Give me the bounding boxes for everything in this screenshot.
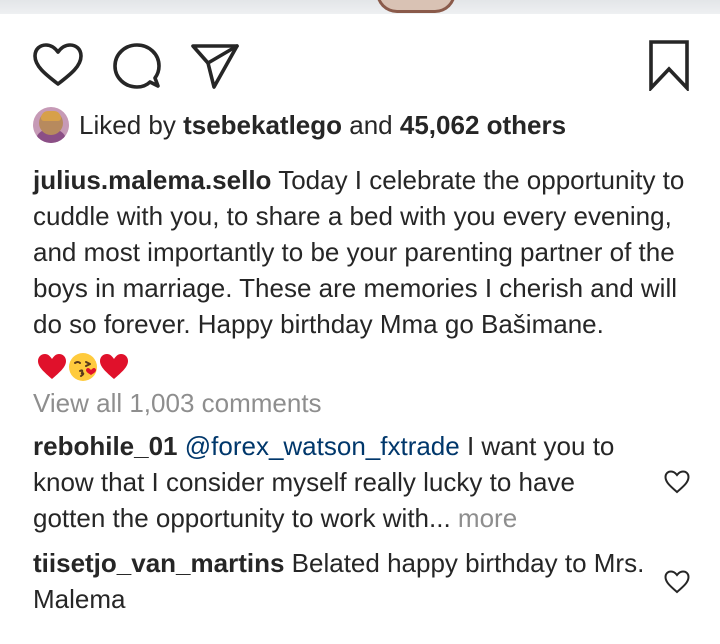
red-heart-icon	[38, 354, 66, 380]
comment-username[interactable]: tiisetjo_van_martins	[33, 548, 284, 578]
likes-count[interactable]: 45,062 others	[400, 110, 566, 140]
comment-item: tiisetjo_van_martins Belated happy birth…	[33, 545, 653, 617]
comment-username[interactable]: rebohile_01	[33, 431, 178, 461]
heart-icon[interactable]	[33, 43, 83, 87]
image-shade	[0, 0, 720, 14]
likes-row[interactable]: Liked by tsebekatlego and 45,062 others	[33, 104, 566, 146]
caption-username[interactable]: julius.malema.sello	[33, 165, 271, 195]
post-image-bottom-edge	[0, 0, 720, 14]
bookmark-icon[interactable]	[648, 39, 690, 91]
avatar[interactable]	[33, 107, 69, 143]
likes-prefix: Liked by	[79, 109, 176, 140]
avatar-hair	[41, 111, 61, 121]
comment-item: rebohile_01 @forex_watson_fxtrade I want…	[33, 428, 653, 536]
comment-mention[interactable]: @forex_watson_fxtrade	[185, 431, 460, 461]
likes-summary: Liked by tsebekatlego and 45,062 others	[79, 110, 566, 141]
caption-emojis	[37, 347, 129, 383]
post-caption: julius.malema.sello Today I celebrate th…	[33, 162, 693, 383]
comment-more-link[interactable]: more	[458, 503, 517, 533]
view-all-comments-link[interactable]: View all 1,003 comments	[33, 386, 322, 420]
face-blowing-kiss-icon	[69, 353, 97, 382]
paper-plane-icon[interactable]	[190, 42, 240, 90]
comment-bubble-icon[interactable]	[113, 42, 161, 90]
likes-conjunction: and	[349, 109, 393, 140]
liker-username[interactable]: tsebekatlego	[183, 110, 342, 140]
comment-like-heart-icon[interactable]	[664, 570, 690, 599]
red-heart-icon-2	[100, 354, 128, 380]
comment-like-heart-icon[interactable]	[664, 470, 690, 499]
